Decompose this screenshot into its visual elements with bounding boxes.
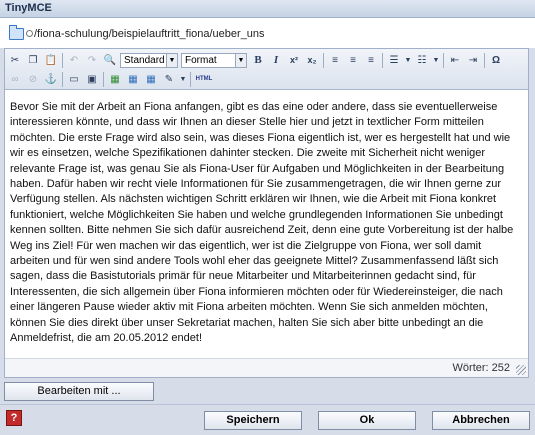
image-icon[interactable]: ▭ — [66, 71, 82, 87]
title-bar: TinyMCE — [0, 0, 535, 18]
special-char-button[interactable]: Ω — [488, 52, 504, 68]
chevron-down-icon[interactable]: ▼ — [235, 53, 246, 67]
toolbar-separator — [382, 52, 383, 68]
align-left-icon[interactable]: ≡ — [327, 52, 343, 68]
toolbar-separator — [484, 52, 485, 68]
editor: ✂ ❐ 📋 ↶ ↷ 🔍 Standard ▼ Format ▼ B I x² x… — [4, 48, 529, 378]
italic-button[interactable]: I — [268, 52, 284, 68]
subscript-button[interactable]: x₂ — [304, 52, 320, 68]
anchor-icon[interactable]: ⚓ — [43, 71, 59, 87]
chevron-down-icon[interactable]: ▼ — [404, 52, 412, 68]
path-bar: /fiona-schulung/beispielauftritt_fiona/u… — [0, 18, 535, 48]
unlink-icon[interactable]: ⊘ — [25, 71, 41, 87]
toolbar-separator — [190, 71, 191, 87]
align-center-icon[interactable]: ≡ — [345, 52, 361, 68]
bullet-list-icon[interactable]: ☰ — [386, 52, 402, 68]
window-title: TinyMCE — [5, 2, 52, 14]
toolbar-separator — [62, 71, 63, 87]
paste-icon[interactable]: 📋 — [43, 52, 59, 68]
format-select-value: Format — [185, 54, 217, 66]
numbered-list-icon[interactable]: ☷ — [414, 52, 430, 68]
table-icon[interactable]: ▦ — [107, 71, 123, 87]
style-select-value: Standard — [124, 54, 165, 66]
indent-icon[interactable]: ⇥ — [465, 52, 481, 68]
chevron-down-icon[interactable]: ▼ — [432, 52, 440, 68]
cancel-button[interactable]: Abbrechen — [432, 411, 530, 430]
align-right-icon[interactable]: ≡ — [363, 52, 379, 68]
toolbar-row-1: ✂ ❐ 📋 ↶ ↷ 🔍 Standard ▼ Format ▼ B I x² x… — [7, 51, 506, 69]
chevron-down-icon[interactable]: ▼ — [166, 53, 177, 67]
edit-icon[interactable]: ✎ — [161, 71, 177, 87]
toolbar-separator — [103, 71, 104, 87]
style-select[interactable]: Standard ▼ — [120, 52, 178, 68]
status-bar: Wörter: 252 — [5, 358, 528, 377]
superscript-button[interactable]: x² — [286, 52, 302, 68]
path-text: /fiona-schulung/beispielauftritt_fiona/u… — [34, 28, 265, 40]
copy-icon[interactable]: ❐ — [25, 52, 41, 68]
find-icon[interactable]: 🔍 — [102, 52, 118, 68]
edit-with-button[interactable]: Bearbeiten mit ... — [4, 382, 154, 401]
bold-button[interactable]: B — [250, 52, 266, 68]
folder-icon — [9, 25, 24, 40]
outdent-icon[interactable]: ⇤ — [447, 52, 463, 68]
redo-icon[interactable]: ↷ — [84, 52, 100, 68]
word-count: Wörter: 252 — [452, 362, 510, 374]
editor-toolbar: ✂ ❐ 📋 ↶ ↷ 🔍 Standard ▼ Format ▼ B I x² x… — [5, 49, 528, 90]
toolbar-separator — [323, 52, 324, 68]
ok-button[interactable]: Ok — [318, 411, 416, 430]
table-row-icon[interactable]: ▦ — [125, 71, 141, 87]
table-cell-icon[interactable]: ▦ — [143, 71, 159, 87]
html-source-button[interactable]: HTML — [194, 71, 214, 87]
resize-grip-icon[interactable] — [516, 365, 526, 375]
media-icon[interactable]: ▣ — [84, 71, 100, 87]
save-button[interactable]: Speichern — [204, 411, 302, 430]
link-icon[interactable]: ∞ — [7, 71, 23, 87]
toolbar-separator — [62, 52, 63, 68]
format-select[interactable]: Format ▼ — [181, 52, 247, 68]
radio-icon[interactable] — [26, 30, 33, 37]
toolbar-separator — [443, 52, 444, 68]
toolbar-row-2: ∞ ⊘ ⚓ ▭ ▣ ▦ ▦ ▦ ✎ ▼ HTML — [7, 70, 216, 88]
undo-icon[interactable]: ↶ — [66, 52, 82, 68]
help-icon[interactable]: ? — [6, 410, 22, 426]
editor-content[interactable]: Bevor Sie mit der Arbeit an Fiona anfang… — [10, 100, 522, 347]
chevron-down-icon[interactable]: ▼ — [179, 71, 187, 87]
cut-icon[interactable]: ✂ — [7, 52, 23, 68]
